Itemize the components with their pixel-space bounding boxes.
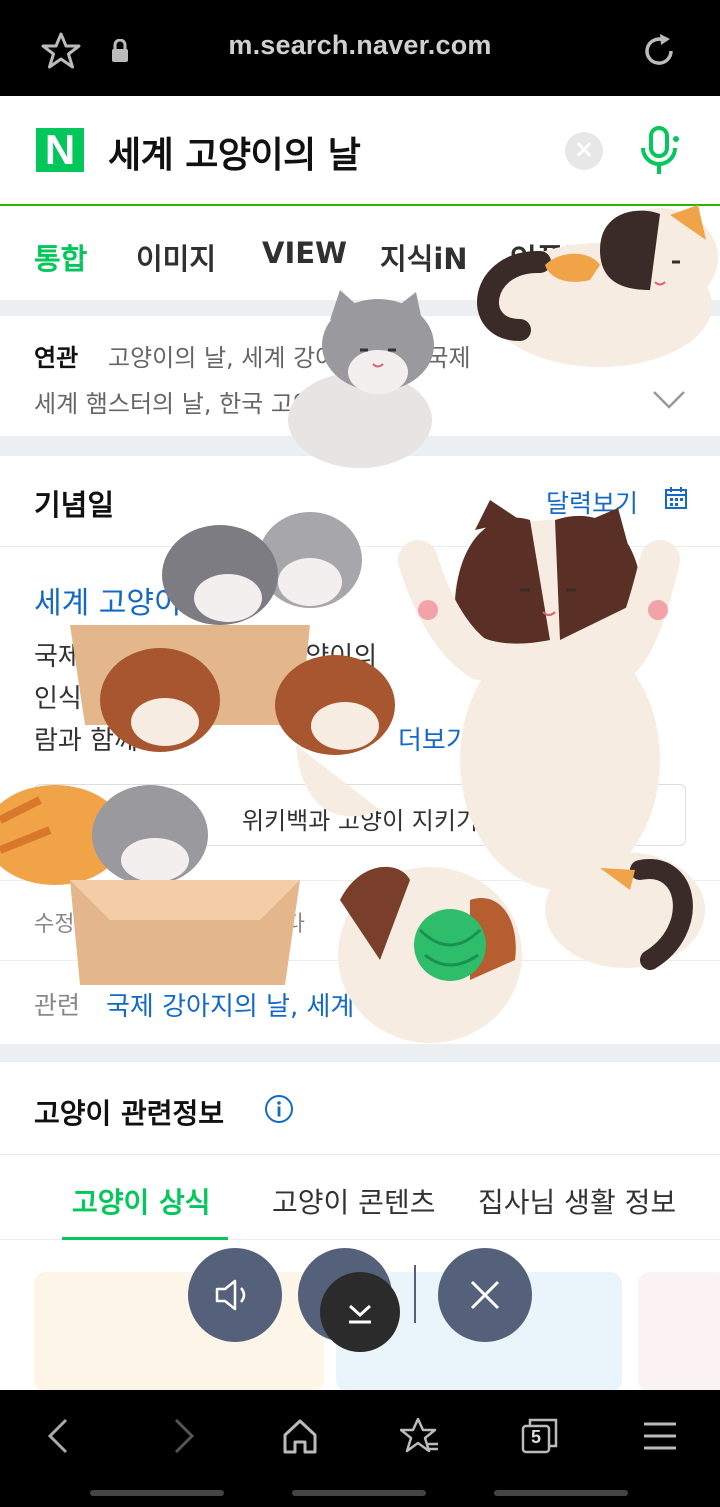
related-searches: 연관 고양이의 날, 세계 강아지의 날, 국제 세계 햄스터의 날, 한국 고… — [0, 316, 720, 436]
tab-cat-knowledge[interactable]: 고양이 상식 — [72, 1181, 211, 1221]
sound-button[interactable] — [188, 1248, 282, 1342]
tab-view[interactable]: VIEW — [262, 236, 347, 270]
related-links-line1[interactable]: 고양이의 날, 세계 강아지의 날, 국제 — [108, 338, 471, 373]
related-anniv-label: 관련 — [34, 991, 81, 1020]
calendar-icon[interactable] — [664, 486, 688, 510]
wiki-button-label: 위키백과 고양이 지키기 — [241, 807, 479, 835]
menu-icon[interactable] — [640, 1416, 680, 1456]
tab-influencer[interactable]: 인플루언서 — [510, 236, 643, 278]
related-links-line2[interactable]: 세계 햄스터의 날, 한국 고양이의 날 — [34, 384, 389, 419]
home-icon[interactable] — [280, 1416, 320, 1456]
address-bar-url[interactable]: m.search.naver.com — [0, 30, 720, 61]
active-tab-indicator — [62, 1237, 228, 1240]
gesture-bar — [90, 1490, 224, 1496]
close-icon — [470, 1280, 500, 1310]
controls-divider — [414, 1265, 416, 1323]
forward-icon[interactable] — [162, 1416, 202, 1456]
source-note: 수정 요청을 하실 수 있습니다 — [34, 912, 305, 937]
cat-info-tabs: 고양이 상식 고양이 콘텐츠 집사님 생활 정보 — [0, 1154, 720, 1240]
info-card[interactable] — [638, 1272, 720, 1392]
event-desc-line: 국제동물복지기금에서 고양이의 — [34, 642, 378, 672]
browser-bottom-nav: 5 — [0, 1390, 720, 1507]
event-title[interactable]: 세계 고양이의 날 — [34, 578, 246, 622]
wiki-button[interactable]: 위키백과 고양이 지키기 — [34, 784, 686, 846]
reload-icon[interactable] — [638, 30, 680, 72]
search-header: N 세계 고양이의 날 × — [0, 96, 720, 206]
scroll-down-button[interactable] — [320, 1272, 400, 1352]
gesture-bar — [494, 1490, 628, 1496]
related-label: 연관 — [34, 344, 79, 372]
divider — [0, 880, 720, 881]
tab-images[interactable]: 이미지 — [136, 236, 216, 278]
close-overlay-button[interactable] — [438, 1248, 532, 1342]
naver-logo-text: N — [44, 126, 76, 173]
divider — [0, 960, 720, 961]
chevron-down-icon[interactable] — [652, 390, 686, 410]
close-icon: × — [573, 135, 595, 163]
tabs-button[interactable]: 5 — [520, 1416, 560, 1456]
browser-toolbar: m.search.naver.com — [0, 0, 720, 96]
section-title: 고양이 관련정보 — [34, 1097, 225, 1130]
clear-search-button[interactable]: × — [565, 132, 603, 170]
search-input[interactable]: 세계 고양이의 날 — [108, 126, 361, 178]
tab-kin[interactable]: 지식iN — [380, 236, 468, 278]
back-icon[interactable] — [40, 1416, 80, 1456]
section-gap — [0, 1044, 720, 1062]
section-title: 기념일 — [34, 488, 115, 522]
anniversary-section: 기념일 달력보기 세계 고양이의 날 국제동물복지기금에서 고양이의 인식 개선… — [0, 456, 720, 1044]
gesture-bar — [292, 1490, 426, 1496]
related-anniv-links[interactable]: 국제 강아지의 날, 세계 — [106, 986, 354, 1023]
microphone-icon[interactable] — [636, 126, 682, 176]
calendar-link[interactable]: 달력보기 — [546, 484, 638, 520]
tab-cat-content[interactable]: 고양이 콘텐츠 — [272, 1181, 435, 1221]
section-gap — [0, 300, 720, 316]
event-desc-line: 람과 함께 — [34, 726, 138, 756]
more-link[interactable]: 더보기 — [398, 720, 470, 757]
event-desc-line: 인식 개선을 위해 제정한 기간 — [34, 684, 355, 714]
tab-integrated[interactable]: 통합 — [34, 236, 87, 278]
bookmarks-icon[interactable] — [400, 1416, 440, 1456]
speaker-icon — [215, 1279, 246, 1311]
naver-logo[interactable]: N — [36, 126, 84, 173]
tab-count: 5 — [530, 1427, 541, 1447]
divider — [0, 546, 720, 547]
tab-owner-life-info[interactable]: 집사님 생활 정보 — [478, 1181, 676, 1221]
search-tabs: 통합 이미지 VIEW 지식iN 인플루언서 — [0, 208, 720, 300]
section-gap — [0, 436, 720, 456]
download-arrow-icon — [348, 1304, 372, 1324]
info-icon[interactable] — [264, 1094, 294, 1124]
